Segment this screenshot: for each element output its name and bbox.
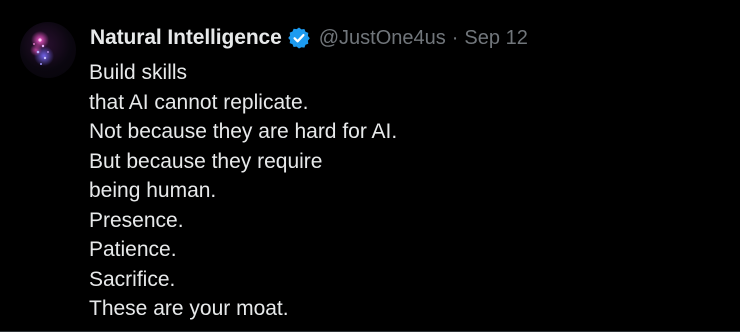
tweet-text-line: These are your moat. — [89, 297, 289, 320]
tweet-text-line: being human. — [89, 179, 217, 202]
tweet-text: Build skills that AI cannot replicate. N… — [89, 58, 719, 324]
tweet-text-line: Build skills — [89, 61, 188, 84]
tweet-text-line: Presence. — [89, 208, 184, 232]
avatar[interactable] — [20, 22, 76, 78]
user-handle[interactable]: @JustOne4us — [319, 27, 446, 50]
tweet-header: Natural Intelligence @JustOne4us · Sep 1… — [90, 24, 528, 52]
tweet-date[interactable]: Sep 12 — [464, 27, 527, 50]
tweet-text-line: Not because they are hard for AI. — [89, 120, 398, 143]
tweet-text-line: Patience. — [89, 238, 177, 261]
verified-badge-icon[interactable] — [287, 26, 311, 50]
header-separator: · — [451, 26, 459, 49]
display-name[interactable]: Natural Intelligence — [90, 26, 282, 50]
tweet-text-line: that AI cannot replicate. — [89, 90, 309, 114]
tweet-text-line: But because they require — [89, 149, 323, 173]
tweet[interactable]: Natural Intelligence @JustOne4us · Sep 1… — [0, 0, 740, 332]
tweet-text-line: Sacrifice. — [89, 267, 176, 291]
avatar-image — [30, 31, 54, 66]
